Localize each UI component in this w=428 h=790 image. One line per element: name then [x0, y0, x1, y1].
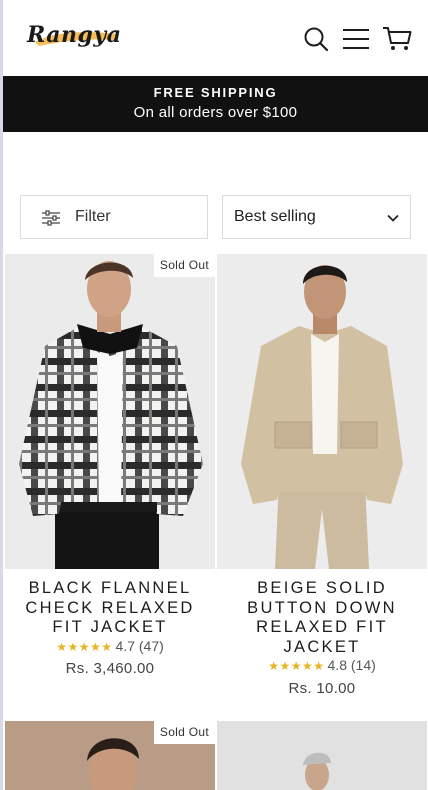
chevron-down-icon [387, 214, 399, 222]
product-title-line: CHECK RELAXED [25, 598, 195, 617]
announcement-bar: FREE SHIPPING On all orders over $100 [3, 76, 428, 132]
sold-out-badge: Sold Out [153, 254, 215, 277]
cart-icon [383, 27, 412, 50]
product-image-beige-jacket[interactable] [217, 254, 427, 569]
filter-label: Filter [75, 208, 111, 225]
product-image-flannel-jacket[interactable]: Sold Out [5, 254, 215, 569]
search-button[interactable] [301, 24, 331, 54]
product-image[interactable]: Sold Out [5, 721, 215, 790]
menu-icon [343, 29, 369, 49]
product-rating: ★★★★★ 4.7 (47) [5, 638, 215, 654]
product-photo [217, 721, 427, 790]
sold-out-badge: Sold Out [153, 721, 215, 744]
cart-button[interactable] [382, 24, 412, 54]
rating-value: 4.8 [327, 657, 347, 673]
review-count: (47) [138, 638, 164, 654]
product-title-line: BUTTON DOWN [247, 598, 397, 617]
announcement-title: FREE SHIPPING [153, 85, 278, 100]
product-photo [5, 254, 215, 569]
product-photo [217, 254, 427, 569]
product-card[interactable]: Sold Out [5, 721, 215, 790]
sort-value: Best selling [234, 208, 316, 225]
product-price: Rs. 3,460.00 [65, 660, 155, 677]
rating-stars: ★★★★★ [56, 640, 113, 654]
product-title-line: JACKET [283, 637, 361, 656]
product-price: Rs. 10.00 [288, 680, 356, 697]
product-title-line: BLACK FLANNEL [28, 579, 192, 597]
rating-value: 4.7 [115, 638, 135, 654]
filter-button[interactable]: Filter [20, 195, 208, 239]
search-icon [304, 27, 329, 52]
menu-button[interactable] [341, 24, 371, 54]
filter-sliders-icon [42, 210, 60, 226]
logo-text: Rangya [27, 22, 122, 48]
sort-select[interactable]: Best selling [222, 195, 411, 239]
product-title[interactable]: BLACK FLANNEL CHECK RELAXED FIT JACKET [9, 579, 211, 638]
product-image[interactable] [217, 721, 427, 790]
product-title[interactable]: BEIGE SOLID BUTTON DOWN RELAXED FIT JACK… [221, 579, 423, 657]
site-header: Rangya [3, 0, 428, 76]
product-title-line: FIT JACKET [52, 618, 168, 636]
product-card[interactable] [217, 721, 427, 790]
product-title-line: BEIGE SOLID [257, 579, 387, 597]
announcement-subtitle: On all orders over $100 [133, 104, 298, 121]
page-left-edge [0, 0, 3, 790]
rating-stars: ★★★★★ [268, 659, 325, 673]
store-logo[interactable]: Rangya [23, 18, 131, 58]
product-card[interactable]: Sold Out BLACK FLANNEL CHECK RELAXED FIT… [5, 254, 215, 694]
product-card[interactable]: BEIGE SOLID BUTTON DOWN RELAXED FIT JACK… [217, 254, 427, 714]
review-count: (14) [350, 657, 376, 673]
product-rating: ★★★★★ 4.8 (14) [217, 657, 427, 673]
product-title-line: RELAXED FIT [256, 618, 388, 636]
